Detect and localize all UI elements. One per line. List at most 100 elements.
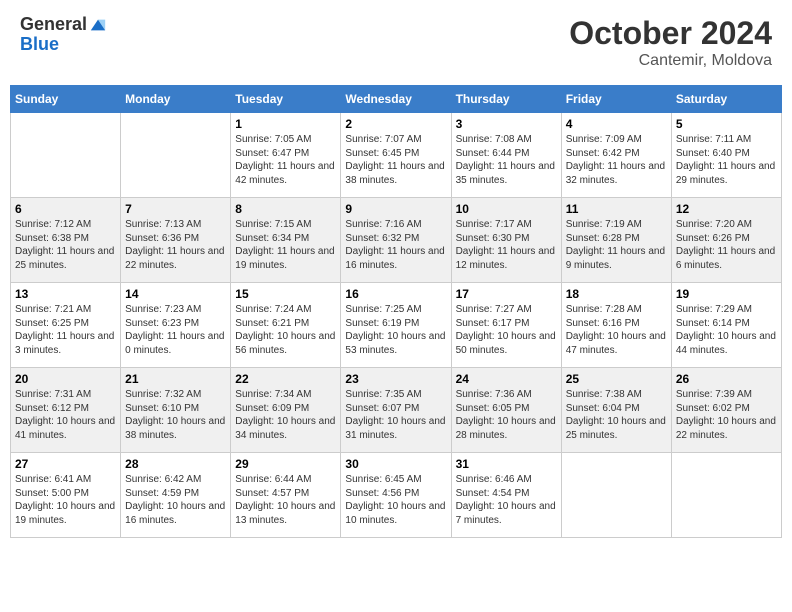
day-number: 22 [235,372,336,386]
day-number: 16 [345,287,446,301]
logo: General Blue [20,15,107,55]
day-number: 23 [345,372,446,386]
calendar-day-cell: 12 Sunrise: 7:20 AM Sunset: 6:26 PM Dayli… [671,198,781,283]
calendar-day-cell: 1Sunrise: 7:05 AM Sunset: 6:47 PM Daylig… [231,113,341,198]
day-number: 15 [235,287,336,301]
calendar-day-cell: 7 Sunrise: 7:13 AM Sunset: 6:36 PM Daylig… [121,198,231,283]
logo-icon [89,16,107,34]
day-number: 30 [345,457,446,471]
day-info: Sunrise: 7:19 AM Sunset: 6:28 PM Dayligh… [566,218,667,272]
day-info: Sunrise: 7:21 AM Sunset: 6:25 PM Dayligh… [15,303,116,357]
day-info: Sunrise: 7:28 AM Sunset: 6:16 PM Dayligh… [566,303,667,357]
day-info: Sunrise: 6:44 AM Sunset: 4:57 PM Dayligh… [235,473,336,527]
day-info: Sunrise: 6:42 AM Sunset: 4:59 PM Dayligh… [125,473,226,527]
calendar-week-row: 20Sunrise: 7:31 AM Sunset: 6:12 PM Dayli… [11,368,782,453]
day-number: 13 [15,287,116,301]
day-number: 28 [125,457,226,471]
day-number: 4 [566,117,667,131]
day-info: Sunrise: 7:32 AM Sunset: 6:10 PM Dayligh… [125,388,226,442]
day-info: Sunrise: 6:46 AM Sunset: 4:54 PM Dayligh… [456,473,557,527]
day-of-week-header: Sunday [11,86,121,113]
calendar-header-row: SundayMondayTuesdayWednesdayThursdayFrid… [11,86,782,113]
calendar-title: October 2024 [569,15,772,52]
day-number: 2 [345,117,446,131]
calendar-day-cell: 11 Sunrise: 7:19 AM Sunset: 6:28 PM Dayli… [561,198,671,283]
day-info: Sunrise: 7:17 AM Sunset: 6:30 PM Dayligh… [456,218,557,272]
day-number: 12 [676,202,777,216]
day-info: Sunrise: 7:25 AM Sunset: 6:19 PM Dayligh… [345,303,446,357]
calendar-day-cell: 5Sunrise: 7:11 AM Sunset: 6:40 PM Daylig… [671,113,781,198]
calendar-day-cell: 21 Sunrise: 7:32 AM Sunset: 6:10 PM Dayli… [121,368,231,453]
day-info: Sunrise: 7:34 AM Sunset: 6:09 PM Dayligh… [235,388,336,442]
calendar-week-row: 6 Sunrise: 7:12 AM Sunset: 6:38 PM Daylig… [11,198,782,283]
day-info: Sunrise: 7:09 AM Sunset: 6:42 PM Dayligh… [566,133,667,187]
day-info: Sunrise: 7:36 AM Sunset: 6:05 PM Dayligh… [456,388,557,442]
calendar-day-cell: 20Sunrise: 7:31 AM Sunset: 6:12 PM Dayli… [11,368,121,453]
day-number: 26 [676,372,777,386]
calendar-body: 1Sunrise: 7:05 AM Sunset: 6:47 PM Daylig… [11,113,782,538]
day-of-week-header: Tuesday [231,86,341,113]
page-header: General Blue October 2024 Cantemir, Mold… [10,10,782,75]
day-info: Sunrise: 7:23 AM Sunset: 6:23 PM Dayligh… [125,303,226,357]
day-of-week-header: Saturday [671,86,781,113]
day-number: 9 [345,202,446,216]
calendar-day-cell: 23 Sunrise: 7:35 AM Sunset: 6:07 PM Dayli… [341,368,451,453]
calendar-location: Cantemir, Moldova [569,52,772,70]
calendar-day-cell: 10Sunrise: 7:17 AM Sunset: 6:30 PM Dayli… [451,198,561,283]
calendar-day-cell: 13 Sunrise: 7:21 AM Sunset: 6:25 PM Dayli… [11,283,121,368]
day-of-week-header: Thursday [451,86,561,113]
day-number: 29 [235,457,336,471]
calendar-day-cell: 30 Sunrise: 6:45 AM Sunset: 4:56 PM Dayli… [341,453,451,538]
calendar-day-cell: 6 Sunrise: 7:12 AM Sunset: 6:38 PM Daylig… [11,198,121,283]
calendar-week-row: 1Sunrise: 7:05 AM Sunset: 6:47 PM Daylig… [11,113,782,198]
day-of-week-header: Friday [561,86,671,113]
logo-general-text: General [20,15,87,35]
day-info: Sunrise: 7:35 AM Sunset: 6:07 PM Dayligh… [345,388,446,442]
calendar-table: SundayMondayTuesdayWednesdayThursdayFrid… [10,85,782,538]
calendar-day-cell: 26 Sunrise: 7:39 AM Sunset: 6:02 PM Dayli… [671,368,781,453]
day-number: 5 [676,117,777,131]
calendar-week-row: 27 Sunrise: 6:41 AM Sunset: 5:00 PM Dayli… [11,453,782,538]
day-info: Sunrise: 7:20 AM Sunset: 6:26 PM Dayligh… [676,218,777,272]
day-info: Sunrise: 7:29 AM Sunset: 6:14 PM Dayligh… [676,303,777,357]
day-number: 6 [15,202,116,216]
day-number: 31 [456,457,557,471]
calendar-day-cell: 17Sunrise: 7:27 AM Sunset: 6:17 PM Dayli… [451,283,561,368]
day-number: 20 [15,372,116,386]
title-block: October 2024 Cantemir, Moldova [569,15,772,70]
calendar-day-cell: 4 Sunrise: 7:09 AM Sunset: 6:42 PM Daylig… [561,113,671,198]
day-number: 21 [125,372,226,386]
day-number: 17 [456,287,557,301]
calendar-day-cell: 18Sunrise: 7:28 AM Sunset: 6:16 PM Dayli… [561,283,671,368]
day-info: Sunrise: 7:13 AM Sunset: 6:36 PM Dayligh… [125,218,226,272]
day-of-week-header: Wednesday [341,86,451,113]
day-info: Sunrise: 7:12 AM Sunset: 6:38 PM Dayligh… [15,218,116,272]
day-number: 3 [456,117,557,131]
calendar-day-cell: 25Sunrise: 7:38 AM Sunset: 6:04 PM Dayli… [561,368,671,453]
calendar-week-row: 13 Sunrise: 7:21 AM Sunset: 6:25 PM Dayli… [11,283,782,368]
calendar-day-cell [121,113,231,198]
calendar-day-cell: 28 Sunrise: 6:42 AM Sunset: 4:59 PM Dayli… [121,453,231,538]
day-number: 25 [566,372,667,386]
calendar-day-cell: 24 Sunrise: 7:36 AM Sunset: 6:05 PM Dayli… [451,368,561,453]
calendar-day-cell: 2 Sunrise: 7:07 AM Sunset: 6:45 PM Daylig… [341,113,451,198]
calendar-day-cell: 31 Sunrise: 6:46 AM Sunset: 4:54 PM Dayli… [451,453,561,538]
day-info: Sunrise: 6:45 AM Sunset: 4:56 PM Dayligh… [345,473,446,527]
calendar-day-cell: 29 Sunrise: 6:44 AM Sunset: 4:57 PM Dayli… [231,453,341,538]
day-number: 27 [15,457,116,471]
day-number: 1 [235,117,336,131]
calendar-day-cell [671,453,781,538]
day-info: Sunrise: 7:08 AM Sunset: 6:44 PM Dayligh… [456,133,557,187]
day-info: Sunrise: 7:24 AM Sunset: 6:21 PM Dayligh… [235,303,336,357]
calendar-day-cell: 22 Sunrise: 7:34 AM Sunset: 6:09 PM Dayli… [231,368,341,453]
calendar-day-cell: 9Sunrise: 7:16 AM Sunset: 6:32 PM Daylig… [341,198,451,283]
day-info: Sunrise: 7:07 AM Sunset: 6:45 PM Dayligh… [345,133,446,187]
calendar-day-cell: 8Sunrise: 7:15 AM Sunset: 6:34 PM Daylig… [231,198,341,283]
day-info: Sunrise: 6:41 AM Sunset: 5:00 PM Dayligh… [15,473,116,527]
day-info: Sunrise: 7:39 AM Sunset: 6:02 PM Dayligh… [676,388,777,442]
day-number: 14 [125,287,226,301]
day-number: 11 [566,202,667,216]
day-number: 7 [125,202,226,216]
day-number: 24 [456,372,557,386]
day-number: 8 [235,202,336,216]
